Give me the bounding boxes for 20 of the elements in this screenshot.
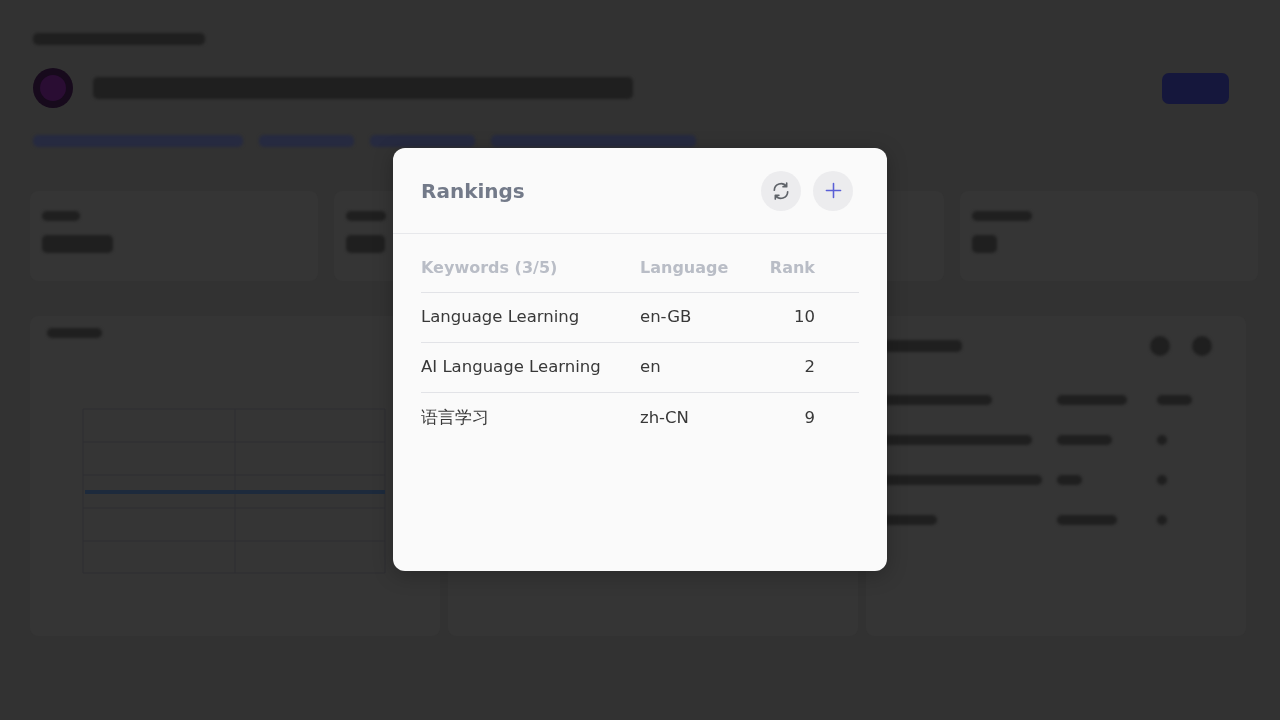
table-cell-text: 10 — [794, 306, 815, 329]
refresh-button[interactable] — [761, 170, 801, 211]
table-cell-text: en-GB — [640, 306, 693, 329]
dialog-title: Rankings — [421, 177, 525, 205]
table-cell-text: Language Learning — [421, 306, 581, 329]
column-header: Keywords (3/5) — [421, 256, 559, 279]
blurred-text — [346, 211, 386, 221]
action-button[interactable] — [1162, 72, 1229, 104]
table-cell-text: en — [640, 356, 662, 379]
plus-icon — [824, 182, 842, 199]
table-cell-text: 9 — [804, 406, 815, 429]
table-cell-text: AI Language Learning — [421, 356, 602, 379]
column-header: Rank — [769, 256, 815, 279]
column-header: Language — [640, 256, 730, 279]
table-cell-text: zh-CN — [640, 406, 690, 429]
logo-icon — [33, 68, 73, 108]
add-button[interactable] — [813, 170, 853, 211]
refresh-icon — [771, 180, 791, 201]
table-cell-text: 2 — [804, 356, 815, 379]
table-cell-text: 语言学习 — [421, 406, 490, 429]
